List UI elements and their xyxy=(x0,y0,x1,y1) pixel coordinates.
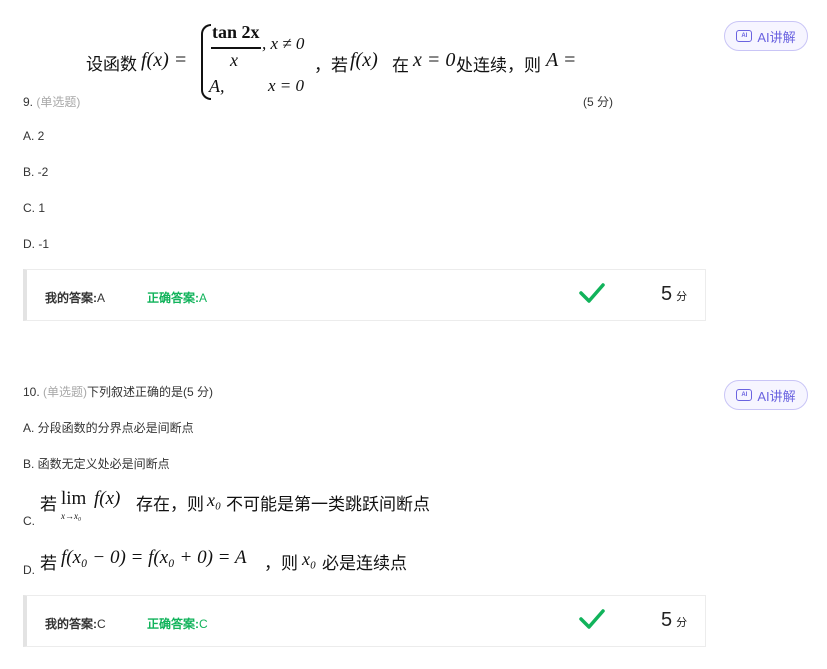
q9-header: 9. (单选题) xyxy=(23,93,80,110)
q10-my-answer: 我的答案:C xyxy=(45,615,106,632)
q10-option-d-mid: ，则 xyxy=(264,554,298,573)
q10-score-value: 5 xyxy=(661,609,673,631)
q10-correct-answer-value: C xyxy=(199,617,208,631)
checkmark-icon xyxy=(579,609,605,629)
q9-option-b[interactable]: B. -2 xyxy=(23,165,48,179)
q10-score: 5分 xyxy=(661,609,687,632)
q9-formula-cond1: , x ≠ 0 xyxy=(262,34,305,53)
q10-option-c-pre: 若 xyxy=(40,495,57,514)
q9-ai-explain-button[interactable]: AI AI讲解 xyxy=(724,21,808,51)
q10-option-d-label: D. xyxy=(23,563,35,577)
q10-correct-answer: 正确答案:C xyxy=(147,615,208,632)
q9-formula-text1: ，若 xyxy=(314,56,348,75)
q10-option-c-sub: x→x₀ xyxy=(61,511,82,521)
q10-ai-explain-label: AI讲解 xyxy=(757,388,796,404)
q10-option-d-x0: x₀ xyxy=(302,549,317,569)
q10-option-c-lim: lim xyxy=(61,488,87,509)
q10-header: 10. (单选题)下列叙述正确的是(5 分) xyxy=(23,383,213,400)
q9-correct-answer-label: 正确答案: xyxy=(147,291,199,305)
q9-my-answer-value: A xyxy=(97,291,106,305)
q10-option-c-mid: 存在，则 xyxy=(136,495,204,514)
checkmark-icon xyxy=(579,283,605,303)
q9-formula-xeq: x = 0 xyxy=(413,49,456,71)
q9-formula-numerator: tan 2x xyxy=(212,22,260,42)
q10-option-b[interactable]: B. 函数无定义处必是间断点 xyxy=(23,455,170,472)
q9-answer-panel: 我的答案:A 正确答案:A 5分 xyxy=(23,269,706,321)
q9-formula-fx2: f(x) xyxy=(350,49,378,71)
q10-score-unit: 分 xyxy=(676,617,688,629)
q9-ai-explain-label: AI讲解 xyxy=(757,29,796,45)
q9-option-a[interactable]: A. 2 xyxy=(23,129,44,143)
q9-correct-answer-value: A xyxy=(199,291,208,305)
ai-chip-icon: AI xyxy=(736,389,753,401)
q10-my-answer-label: 我的答案: xyxy=(45,617,97,631)
q10-option-c-post: 不可能是第一类跳跃间断点 xyxy=(226,495,430,514)
q10-type: (单选题) xyxy=(43,385,88,399)
q9-my-answer-label: 我的答案: xyxy=(45,291,97,305)
q10-number: 10. xyxy=(23,385,40,399)
q9-formula-case2: A, xyxy=(209,76,225,96)
q10-ai-explain-button[interactable]: AI AI讲解 xyxy=(724,380,808,410)
q10-option-c-x0: x₀ xyxy=(207,490,222,510)
q10-answer-panel: 我的答案:C 正确答案:C 5分 xyxy=(23,595,706,647)
q9-my-answer: 我的答案:A xyxy=(45,289,105,306)
q9-formula-fraction-bar xyxy=(211,47,261,49)
q10-option-a[interactable]: A. 分段函数的分界点必是间断点 xyxy=(23,419,194,436)
q9-formula-text3: 处连续，则 xyxy=(456,56,541,75)
q9-option-c[interactable]: C. 1 xyxy=(23,201,45,215)
q9-formula-fx: f(x) = xyxy=(141,49,188,71)
q9-type: (单选题) xyxy=(36,95,81,109)
q9-score-unit: 分 xyxy=(676,291,688,303)
q9-formula-cond2: x = 0 xyxy=(268,76,305,95)
q9-formula-text2: 在 xyxy=(392,56,409,75)
q9-score-value: 5 xyxy=(661,283,673,305)
q9-score: 5分 xyxy=(661,283,687,306)
q9-formula-denominator: x xyxy=(230,50,238,70)
q10-stem: 下列叙述正确的是(5 分) xyxy=(87,385,214,399)
q10-option-c-fx: f(x) xyxy=(94,488,121,509)
q9-formula-prefix: 设函数 xyxy=(86,55,137,74)
q10-correct-answer-label: 正确答案: xyxy=(147,617,199,631)
q10-option-d-post: 必是连续点 xyxy=(322,554,407,573)
ai-chip-icon: AI xyxy=(736,30,753,42)
q9-option-d[interactable]: D. -1 xyxy=(23,237,49,251)
q10-my-answer-value: C xyxy=(97,617,106,631)
q10-option-c-label: C. xyxy=(23,514,35,528)
q10-option-d-expr: f(x₀ − 0) = f(x₀ + 0) = A xyxy=(61,547,247,568)
q9-points: (5 分) xyxy=(583,95,614,109)
q9-number: 9. xyxy=(23,95,34,109)
q9-correct-answer: 正确答案:A xyxy=(147,289,207,306)
q10-option-d-pre: 若 xyxy=(40,554,57,573)
q9-formula-aeq: A = xyxy=(546,49,577,71)
